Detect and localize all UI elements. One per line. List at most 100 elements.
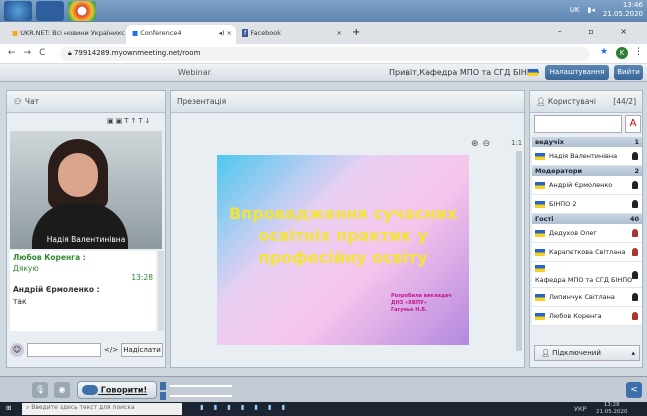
message-time: 13:28 bbox=[131, 273, 153, 282]
talk-label: Говорити! bbox=[100, 385, 148, 395]
mic-slider[interactable] bbox=[170, 395, 232, 397]
windows-start-icon[interactable]: ⊞ bbox=[6, 404, 11, 412]
settings-button[interactable]: Налаштування bbox=[545, 65, 609, 80]
flag-icon bbox=[535, 248, 545, 256]
taskbar-lang[interactable]: УКР bbox=[574, 405, 587, 413]
clock-time: 13:28 bbox=[603, 402, 620, 408]
tab-title: Conference4 bbox=[140, 29, 182, 37]
menu-icon[interactable]: ⋮ bbox=[634, 47, 643, 57]
exit-button[interactable]: Вийти bbox=[614, 65, 643, 80]
flag-icon bbox=[535, 312, 545, 320]
presentation-scrollbar[interactable] bbox=[516, 151, 522, 351]
group-header[interactable]: Модератори 2 bbox=[532, 166, 642, 176]
facebook-icon: f bbox=[242, 29, 249, 37]
users-title: Користувачі bbox=[547, 97, 596, 106]
close-icon[interactable]: × bbox=[117, 29, 122, 37]
zoom-controls[interactable]: ⊕⊖ bbox=[471, 139, 494, 149]
flag-icon bbox=[535, 265, 545, 272]
tray: UK ▮◂ 13:46 21.05.2020 bbox=[570, 1, 643, 19]
status-dropdown[interactable]: 👤︎ Підключений ▴ bbox=[534, 345, 640, 361]
user-row[interactable]: Карапєткова Світлана bbox=[532, 243, 642, 262]
tab-ukrnet[interactable]: ■ UKR.NET: Всі новини України, с × bbox=[6, 25, 126, 44]
users-list: ведучіх 1 Надія Валентинівна Модератори 2 … bbox=[532, 137, 642, 326]
media-toolbar: 🎙︎ ◉ Говорити! < bbox=[0, 376, 647, 402]
pinned-apps[interactable]: ▮▮▮▮▮▮▮ bbox=[200, 403, 295, 411]
save-icon[interactable] bbox=[36, 1, 64, 21]
user-row[interactable]: Кафедра МПО та СГД БІНПО bbox=[532, 262, 642, 288]
taskbar-clock[interactable]: 13:28 21.05.2020 bbox=[596, 402, 628, 416]
webcam-icon[interactable]: ◉ bbox=[54, 382, 70, 398]
user-row[interactable]: БІНПО 2 bbox=[532, 195, 642, 214]
speaker-icon bbox=[160, 382, 166, 390]
user-icon bbox=[632, 248, 638, 256]
new-tab-button[interactable]: + bbox=[352, 27, 360, 38]
slide: Впровадження сучасних освітніх практик у… bbox=[217, 155, 469, 345]
nav-buttons[interactable]: ←→C bbox=[8, 48, 53, 58]
presentation-title: Презентація bbox=[177, 97, 227, 106]
group-name: Модератори bbox=[535, 167, 583, 175]
lang-indicator[interactable]: UK bbox=[570, 6, 580, 14]
user-row[interactable]: Андрій Єрмоленко bbox=[532, 176, 642, 195]
network-icon[interactable]: ▮◂ bbox=[588, 6, 595, 14]
flag-icon bbox=[528, 69, 538, 76]
url-text: 79914289.myownmeeting.net/room bbox=[73, 49, 201, 57]
emoji-icon[interactable]: ☺ bbox=[10, 343, 24, 357]
user-icon bbox=[632, 181, 638, 189]
user-row[interactable]: Надія Валентинівна bbox=[532, 147, 642, 166]
talk-button[interactable]: Говорити! bbox=[77, 381, 157, 399]
user-icon bbox=[632, 293, 638, 301]
code-icon[interactable]: </> bbox=[104, 343, 118, 357]
chat-icon: 💬︎ bbox=[13, 97, 23, 106]
greeting-text: Привіт,Кафедра МПО та СГД БІНПО bbox=[389, 68, 540, 77]
user-icon: 👤︎ bbox=[541, 349, 550, 357]
user-row[interactable]: Липинчук Світлана bbox=[532, 288, 642, 307]
user-icon bbox=[632, 200, 638, 208]
tab-title: UKR.NET: Всі новини України, с bbox=[20, 29, 125, 37]
video-name-label: Надія Валентинівна bbox=[46, 235, 126, 244]
clock[interactable]: 13:46 21.05.2020 bbox=[603, 1, 643, 19]
video-feed: Надія Валентинівна bbox=[10, 131, 162, 249]
tab-conference[interactable]: ■ Conference4 ◂) × bbox=[126, 25, 236, 44]
text-format-icon[interactable]: A bbox=[625, 115, 641, 133]
webinar-app: Webinar Привіт,Кафедра МПО та СГД БІНПО … bbox=[0, 64, 647, 376]
person-face bbox=[58, 153, 98, 197]
taskbar-search[interactable]: ⌕ Введите здесь текст для поиска bbox=[22, 403, 182, 415]
user-row[interactable]: Дедухов Олег bbox=[532, 224, 642, 243]
profile-avatar[interactable]: K bbox=[616, 47, 628, 59]
caret-up-icon: ▴ bbox=[631, 349, 635, 357]
user-name: Кафедра МПО та СГД БІНПО bbox=[535, 276, 633, 284]
microphone-icon[interactable]: 🎙︎ bbox=[32, 382, 48, 398]
users-panel: 👤︎ Користувачі [44/2] A ведучіх 1 Надія В… bbox=[529, 90, 643, 368]
tab-facebook[interactable]: f Facebook × bbox=[236, 25, 346, 44]
star-icon[interactable]: ★ bbox=[600, 47, 608, 57]
send-button[interactable]: Надіслати bbox=[121, 343, 163, 357]
credit-line: ДНЗ «ХВПУ» bbox=[391, 300, 428, 306]
close-icon[interactable]: × bbox=[337, 29, 342, 37]
message-author: Любов Коренга : bbox=[13, 253, 86, 262]
users-search-input[interactable] bbox=[534, 115, 622, 133]
zoom-text[interactable]: 1:1 bbox=[511, 139, 522, 147]
url-field[interactable]: 🔒︎ 79914289.myownmeeting.net/room bbox=[60, 47, 590, 61]
credit-line: Розробила викладач bbox=[391, 293, 452, 299]
windows-start-icon[interactable] bbox=[4, 1, 32, 21]
clock-time: 13:46 bbox=[622, 1, 643, 9]
chat-input[interactable] bbox=[27, 343, 101, 357]
chrome-icon[interactable] bbox=[68, 1, 96, 21]
group-header[interactable]: ведучіх 1 bbox=[532, 137, 642, 147]
chat-scrollbar[interactable] bbox=[158, 251, 164, 331]
group-header[interactable]: Гості 40 bbox=[532, 214, 642, 224]
user-row[interactable]: Любов Коренга bbox=[532, 307, 642, 326]
share-icon[interactable]: < bbox=[626, 382, 642, 398]
window-controls[interactable]: – ▫ × bbox=[558, 27, 639, 36]
clock-date: 21.05.2020 bbox=[602, 10, 643, 18]
users-icon: 👤︎ bbox=[536, 97, 546, 106]
user-name: Андрій Єрмоленко bbox=[549, 181, 613, 189]
group-name: ведучіх bbox=[535, 138, 564, 146]
volume-slider[interactable] bbox=[170, 385, 232, 387]
close-icon[interactable]: ◂) × bbox=[219, 29, 232, 37]
group-count: 2 bbox=[634, 167, 639, 175]
clock-date: 21.05.2020 bbox=[596, 409, 628, 415]
format-tools[interactable]: ▣▣T↑T↓ bbox=[107, 117, 153, 125]
flag-icon bbox=[535, 293, 545, 301]
presentation-header: Презентація bbox=[171, 91, 524, 113]
